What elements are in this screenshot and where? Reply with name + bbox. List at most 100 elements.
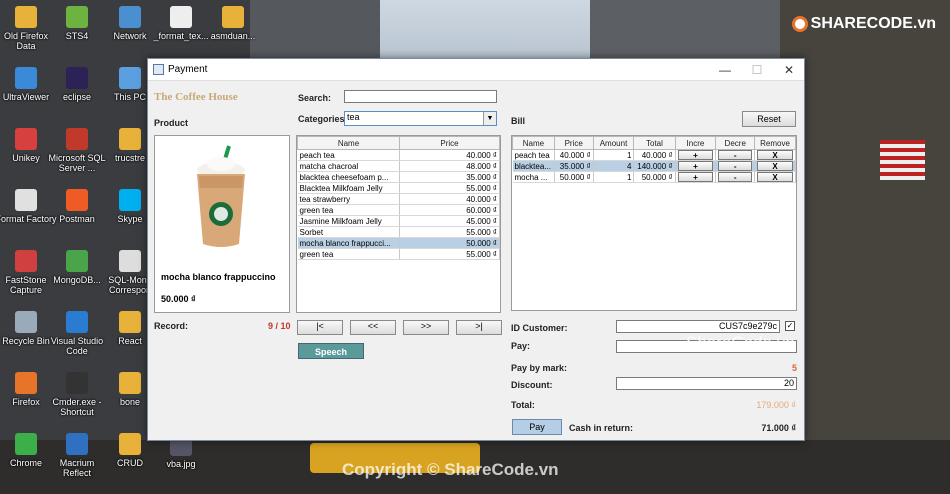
bill-total-cell: 40.000 ₫ xyxy=(633,149,676,161)
id-customer-input[interactable]: CUS7c9e279c xyxy=(616,320,780,333)
sharecode-logo-icon xyxy=(791,15,808,32)
record-value: 9 / 10 xyxy=(268,321,291,331)
categories-label: Categories: xyxy=(298,114,348,124)
pay-label: Pay: xyxy=(511,341,531,351)
bill-price-cell: 35.000 ₫ xyxy=(554,160,594,172)
bill-action-cell: - xyxy=(715,160,756,172)
app-icon xyxy=(66,311,88,333)
payment-window: Payment — ☐ ✕ The Coffee House Product m… xyxy=(147,58,805,441)
app-icon xyxy=(119,250,141,272)
decre-button[interactable]: - xyxy=(718,172,753,182)
product-name-cell: peach tea xyxy=(297,149,400,161)
table-row[interactable]: green tea 60.000 ₫ xyxy=(297,204,500,216)
bill-col-incre[interactable]: Incre xyxy=(674,136,717,150)
product-name-cell: tea strawberry xyxy=(297,193,400,205)
table-row[interactable]: matcha chacroal 48.000 ₫ xyxy=(297,160,500,172)
total-label: Total: xyxy=(511,400,535,410)
close-button[interactable]: ✕ xyxy=(774,61,804,79)
col-name[interactable]: Name xyxy=(297,136,400,150)
cash-return-label: Cash in return: xyxy=(569,423,634,433)
app-icon xyxy=(15,433,37,455)
id-customer-checkbox[interactable]: ✓ xyxy=(785,321,795,331)
table-row[interactable]: peach tea 40.000 ₫ xyxy=(297,149,500,161)
product-price: 50.000 ₫ xyxy=(161,294,196,304)
product-name-cell: green tea xyxy=(297,248,400,260)
remove-button[interactable]: X xyxy=(757,172,793,182)
product-price-cell: 55.000 ₫ xyxy=(399,182,500,194)
minimize-button[interactable]: — xyxy=(710,61,740,79)
table-row[interactable]: Sorbet 55.000 ₫ xyxy=(297,226,500,238)
bill-col-amount[interactable]: Amount xyxy=(592,136,635,150)
sharecode-logo-text: SHARECODE.vn xyxy=(810,15,936,32)
product-name-cell: matcha chacroal xyxy=(297,160,400,172)
app-icon xyxy=(119,433,141,455)
bill-amount-cell: 1 xyxy=(593,149,635,161)
table-row[interactable]: tea strawberry 40.000 ₫ xyxy=(297,193,500,205)
bill-name-cell: peach tea xyxy=(512,149,555,161)
speech-button[interactable]: Speech xyxy=(298,343,364,359)
pay-by-mark-value: 5 xyxy=(792,363,798,373)
bill-row[interactable]: peach tea 40.000 ₫ 1 40.000 ₫ + - X xyxy=(512,149,796,161)
prev-button[interactable]: << xyxy=(350,320,396,335)
discount-input[interactable]: 20 xyxy=(616,377,797,390)
bill-row[interactable]: mocha ... 50.000 ₫ 1 50.000 ₫ + - X xyxy=(512,171,796,183)
product-price-cell: 40.000 ₫ xyxy=(399,149,500,161)
next-button[interactable]: >> xyxy=(403,320,449,335)
pay-button[interactable]: Pay xyxy=(512,419,562,435)
app-icon xyxy=(119,67,141,89)
bill-name-cell: mocha ... xyxy=(512,171,555,183)
app-icon xyxy=(119,6,141,28)
decre-button[interactable]: - xyxy=(718,161,753,171)
table-row[interactable]: Jasmine Milkfoam Jelly 45.000 ₫ xyxy=(297,215,500,227)
incre-button[interactable]: + xyxy=(677,172,714,182)
bill-table: Name Price Amount Total Incre Decre Remove pea… xyxy=(511,135,797,311)
incre-button[interactable]: + xyxy=(677,150,714,160)
categories-select[interactable]: tea ▼ xyxy=(344,111,497,126)
remove-button[interactable]: X xyxy=(757,150,793,160)
chevron-down-icon[interactable]: ▼ xyxy=(483,112,496,125)
bill-price-cell: 40.000 ₫ xyxy=(554,149,594,161)
product-price-cell: 48.000 ₫ xyxy=(399,160,500,172)
decre-button[interactable]: - xyxy=(718,150,753,160)
col-price[interactable]: Price xyxy=(399,136,500,150)
app-icon xyxy=(66,6,88,28)
total-value: 179.000 ₫ xyxy=(756,400,796,410)
first-button[interactable]: |< xyxy=(297,320,343,335)
remove-button[interactable]: X xyxy=(757,161,793,171)
app-icon xyxy=(66,433,88,455)
bill-col-price[interactable]: Price xyxy=(553,136,594,150)
bill-col-total[interactable]: Total xyxy=(633,136,676,150)
table-row[interactable]: mocha blanco frappucci... 50.000 ₫ xyxy=(297,237,500,249)
desktop-icon-label: asmduan... xyxy=(210,31,256,41)
app-icon xyxy=(119,311,141,333)
bill-action-cell: - xyxy=(715,149,756,161)
bill-col-remove[interactable]: Remove xyxy=(754,136,796,150)
product-price-cell: 60.000 ₫ xyxy=(399,204,500,216)
bill-col-decre[interactable]: Decre xyxy=(715,136,756,150)
bill-row[interactable]: blacktea... 35.000 ₫ 4 140.000 ₫ + - X xyxy=(512,160,796,172)
maximize-button[interactable]: ☐ xyxy=(742,61,772,79)
product-panel: mocha blanco frappuccino 50.000 ₫ xyxy=(154,135,290,313)
product-price-cell: 55.000 ₫ xyxy=(399,248,500,260)
product-table: Name Price peach tea 40.000 ₫ matcha chacro… xyxy=(296,135,501,313)
sky xyxy=(380,0,590,60)
last-button[interactable]: >| xyxy=(456,320,502,335)
desktop-icon[interactable]: asmduan... xyxy=(202,6,264,41)
product-name-cell: Blacktea Milkfoam Jelly xyxy=(297,182,400,194)
table-row[interactable]: green tea 55.000 ₫ xyxy=(297,248,500,260)
search-input[interactable] xyxy=(344,90,497,103)
app-icon xyxy=(15,372,37,394)
drink-image xyxy=(197,145,245,247)
pay-by-mark-label: Pay by mark: xyxy=(511,363,568,373)
incre-button[interactable]: + xyxy=(677,161,714,171)
product-name-cell: blacktea cheesefoam p... xyxy=(297,171,400,183)
bill-total-cell: 50.000 ₫ xyxy=(633,171,676,183)
bill-action-cell: + xyxy=(675,160,717,172)
app-icon xyxy=(119,128,141,150)
table-row[interactable]: Blacktea Milkfoam Jelly 55.000 ₫ xyxy=(297,182,500,194)
app-icon xyxy=(66,189,88,211)
reset-button[interactable]: Reset xyxy=(742,111,796,127)
table-row[interactable]: blacktea cheesefoam p... 35.000 ₫ xyxy=(297,171,500,183)
bill-col-name[interactable]: Name xyxy=(512,136,555,150)
discount-label: Discount: xyxy=(511,380,553,390)
